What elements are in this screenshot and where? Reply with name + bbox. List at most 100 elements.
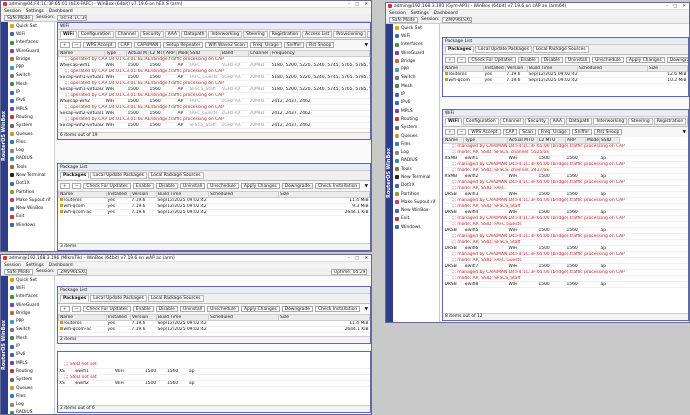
tab-radios[interactable]: Radios xyxy=(366,31,370,38)
sidebar-item-wireguard[interactable]: WireGuard xyxy=(386,49,439,57)
filter-icon[interactable]: ▼ xyxy=(365,307,368,312)
sidebar-item-wifi[interactable]: WiFi xyxy=(1,30,54,38)
sidebar-item-ppp[interactable]: PPP xyxy=(1,63,54,71)
sidebar-item-new-terminal[interactable]: New Terminal xyxy=(1,171,54,179)
maximize-icon[interactable]: □ xyxy=(355,256,359,261)
maximize-icon[interactable]: □ xyxy=(673,4,677,9)
tab-security[interactable]: Security xyxy=(524,118,549,125)
tab-channel[interactable]: Channel xyxy=(499,118,524,125)
scan-button[interactable]: Scan xyxy=(519,129,536,135)
check-for-updates-button[interactable]: Check For Updates xyxy=(468,57,516,63)
tab-aaa[interactable]: AAA xyxy=(164,31,180,38)
sidebar-item-ppp[interactable]: PPP xyxy=(1,317,54,325)
check-for-updates-button[interactable]: Check For Updates xyxy=(83,183,131,189)
apply-changes-button[interactable]: Apply Changes xyxy=(625,57,665,63)
remove-button[interactable]: − xyxy=(71,183,82,189)
sidebar-item-dot1x[interactable]: Dot1X xyxy=(1,180,54,188)
session-field[interactable]: ZMV96LSXUE xyxy=(57,268,88,275)
sidebar-item-exit[interactable]: Exit xyxy=(386,215,439,223)
sidebar-item-tools[interactable]: Tools xyxy=(1,163,54,171)
uninstall-button[interactable]: Uninstall xyxy=(180,183,206,189)
sidebar-item-quick-set[interactable]: Quick Set xyxy=(1,276,54,284)
tab-datapath[interactable]: Datapath xyxy=(180,31,208,38)
add-button[interactable]: + xyxy=(60,183,70,189)
sidebar-item-quick-set[interactable]: Quick Set xyxy=(1,22,54,30)
tab-packages[interactable]: Packages xyxy=(60,295,90,302)
column-header-installed[interactable]: Installed xyxy=(483,65,506,72)
wifi-window[interactable]: ;;; SSID not set XS ◆ wifi1 WiFi 1500 1560 ap;… xyxy=(57,351,371,413)
menu-settings[interactable]: Settings xyxy=(26,9,44,14)
downgrade-button[interactable]: Downgrade xyxy=(281,183,313,189)
menu-dashboard[interactable]: Dashboard xyxy=(49,9,73,14)
sidebar-item-windows[interactable]: Windows xyxy=(1,221,54,229)
filter-icon[interactable]: ▼ xyxy=(365,184,368,189)
tab-access-list[interactable]: Access List xyxy=(687,118,688,125)
rst-snoop-button[interactable]: Rst Snoop xyxy=(306,42,335,48)
tab-registration[interactable]: Registration xyxy=(653,118,687,125)
disable-button[interactable]: Disable xyxy=(540,57,563,63)
check-for-updates-button[interactable]: Check For Updates xyxy=(83,306,131,312)
wps-accept-button[interactable]: WPS Accept xyxy=(468,129,501,135)
sidebar-item-make-supout-rif[interactable]: Make Supout.rif xyxy=(386,198,439,206)
unschedule-button[interactable]: Unschedule xyxy=(207,306,239,312)
tab-local-package-sources[interactable]: Local Package Sources xyxy=(147,295,204,302)
remove-button[interactable]: − xyxy=(71,306,82,312)
minimize-icon[interactable]: – xyxy=(666,4,668,9)
uninstall-button[interactable]: Uninstall xyxy=(565,57,591,63)
column-header-arp[interactable]: ARP xyxy=(164,50,177,57)
sidebar-item-queues[interactable]: Queues xyxy=(1,384,54,392)
remove-button[interactable]: − xyxy=(71,42,82,48)
safe-mode-button[interactable]: Safe Mode xyxy=(389,16,419,23)
rst-snoop-button[interactable]: Rst Snoop xyxy=(594,129,623,135)
sidebar-item-files[interactable]: Files xyxy=(1,138,54,146)
freq-usage-button[interactable]: Freq. Usage xyxy=(537,129,570,135)
tab-wifi[interactable]: WiFi xyxy=(60,31,77,38)
sidebar-item-log[interactable]: Log xyxy=(1,146,54,154)
enable-button[interactable]: Enable xyxy=(132,306,154,312)
column-header-installed[interactable]: Installed xyxy=(106,191,131,198)
safe-mode-button[interactable]: Safe Mode xyxy=(4,268,34,275)
title-bar[interactable]: admin@192.168.3.193 (Gym-AP3) - WinBox (… xyxy=(386,3,689,10)
sidebar-item-dot1x[interactable]: Dot1X xyxy=(386,182,439,190)
sidebar-item-interfaces[interactable]: Interfaces xyxy=(1,293,54,301)
winbox-window-wap[interactable]: admin@192.168.3.196 (MikroTik) - WinBox … xyxy=(0,254,372,415)
add-button[interactable]: + xyxy=(60,306,70,312)
title-bar[interactable]: admin@04:F4:1C:3F:65:01 (hEX-FAFC) - Win… xyxy=(1,1,371,8)
sidebar-item-system[interactable]: System xyxy=(386,124,439,132)
sidebar-item-partition[interactable]: Partition xyxy=(386,190,439,198)
tab-packages[interactable]: Packages xyxy=(445,46,475,53)
check-installation-button[interactable]: Check Installation xyxy=(314,306,361,312)
minimize-icon[interactable]: – xyxy=(348,2,350,7)
sidebar-item-mesh[interactable]: Mesh xyxy=(386,82,439,90)
menu-session[interactable]: Session xyxy=(389,11,406,16)
close-icon[interactable]: ✕ xyxy=(364,2,368,7)
tab-local-update-packages[interactable]: Local Update Packages xyxy=(90,295,147,302)
package-list-window[interactable]: Package List Packages Local Update Packag… xyxy=(442,37,689,97)
minimize-icon[interactable]: – xyxy=(348,256,350,261)
sidebar-item-bridge[interactable]: Bridge xyxy=(1,55,54,63)
menu-dashboard[interactable]: Dashboard xyxy=(434,11,458,16)
sidebar-item-tools[interactable]: Tools xyxy=(386,165,439,173)
filter-icon[interactable]: ▼ xyxy=(683,130,686,135)
add-button[interactable]: + xyxy=(445,129,455,135)
table-row[interactable]: DRSB ◆ wifi8 WiFi 1500 1560 ap xyxy=(443,281,688,288)
wifi-wave2-scan-button[interactable]: Wifi Wave2 Scan xyxy=(205,42,248,48)
table-row[interactable]: XS ◆ wifi2 WiFi 1500 1560 ap xyxy=(58,380,370,387)
menu-dashboard[interactable]: Dashboard xyxy=(49,263,73,268)
tab-interworking[interactable]: Interworking xyxy=(593,118,628,125)
tab-packages[interactable]: Packages xyxy=(60,172,90,179)
sidebar-item-wireguard[interactable]: WireGuard xyxy=(1,301,54,309)
sidebar-item-radius[interactable]: RADIUS xyxy=(1,155,54,163)
sidebar-item-log[interactable]: Log xyxy=(386,148,439,156)
cap-button[interactable]: CAP xyxy=(502,129,518,135)
unschedule-button[interactable]: Unschedule xyxy=(207,183,239,189)
sidebar-item-make-supout-rif[interactable]: Make Supout.rif xyxy=(1,196,54,204)
menu-session[interactable]: Session xyxy=(4,9,21,14)
capsman-button[interactable]: CAPsMAN xyxy=(134,42,162,48)
sidebar-item-routing[interactable]: Routing xyxy=(1,367,54,375)
sidebar-item-system[interactable]: System xyxy=(1,376,54,384)
enable-button[interactable]: Enable xyxy=(132,183,154,189)
wps-accept-button[interactable]: WPS Accept xyxy=(83,42,116,48)
table-row[interactable]: S ◆ cap-wifi2-virtual2 WiFi 1500 1560 AP SFSC… xyxy=(58,122,370,129)
sidebar-item-windows[interactable]: Windows xyxy=(386,223,439,231)
